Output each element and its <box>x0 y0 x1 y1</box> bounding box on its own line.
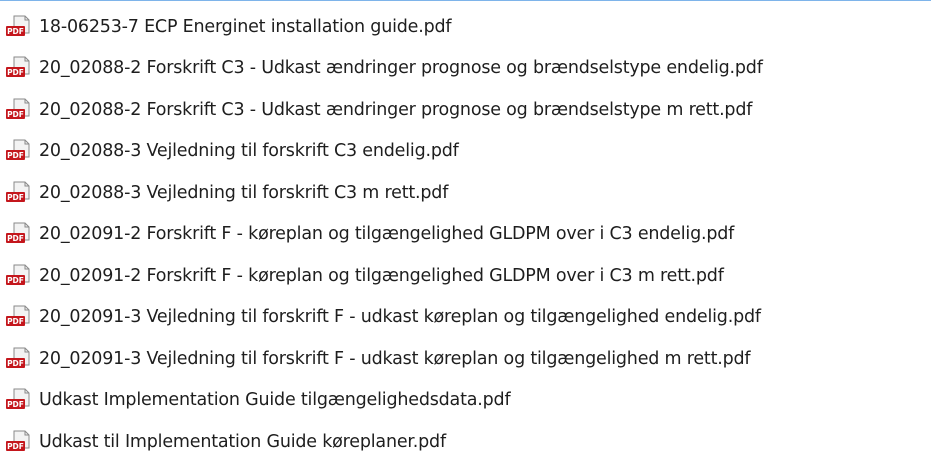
file-list-item[interactable]: PDF Udkast til Implementation Guide køre… <box>0 421 931 459</box>
file-name-label: 20_02088-3 Vejledning til forskrift C3 e… <box>39 141 459 162</box>
svg-text:PDF: PDF <box>7 27 24 36</box>
file-name-label: 20_02091-3 Vejledning til forskrift F - … <box>39 348 751 369</box>
file-name-label: 18-06253-7 ECP Energinet installation gu… <box>39 16 452 37</box>
file-list-item[interactable]: PDF Udkast Implementation Guide tilgænge… <box>0 380 931 422</box>
pdf-file-icon: PDF <box>5 222 31 246</box>
file-list-item[interactable]: PDF 20_02091-3 Vejledning til forskrift … <box>0 338 931 380</box>
svg-text:PDF: PDF <box>7 193 24 202</box>
file-list-item[interactable]: PDF 18-06253-7 ECP Energinet installatio… <box>0 6 931 48</box>
file-name-label: 20_02088-3 Vejledning til forskrift C3 m… <box>39 182 449 203</box>
pdf-file-icon: PDF <box>5 430 31 454</box>
file-name-label: 20_02091-2 Forskrift F - køreplan og til… <box>39 224 735 245</box>
svg-text:PDF: PDF <box>7 234 24 243</box>
svg-text:PDF: PDF <box>7 151 24 160</box>
file-list-item[interactable]: PDF 20_02088-2 Forskrift C3 - Udkast ænd… <box>0 48 931 90</box>
svg-text:PDF: PDF <box>7 359 24 368</box>
file-list-item[interactable]: PDF 20_02091-2 Forskrift F - køreplan og… <box>0 255 931 297</box>
file-list-item[interactable]: PDF 20_02088-2 Forskrift C3 - Udkast ænd… <box>0 89 931 131</box>
svg-text:PDF: PDF <box>7 317 24 326</box>
file-list-item[interactable]: PDF 20_02091-3 Vejledning til forskrift … <box>0 297 931 339</box>
file-list-item[interactable]: PDF 20_02091-2 Forskrift F - køreplan og… <box>0 214 931 256</box>
file-list-item[interactable]: PDF 20_02088-3 Vejledning til forskrift … <box>0 172 931 214</box>
file-name-label: 20_02088-2 Forskrift C3 - Udkast ændring… <box>39 99 753 120</box>
pdf-file-icon: PDF <box>5 347 31 371</box>
file-name-label: Udkast Implementation Guide tilgængeligh… <box>39 390 511 411</box>
pdf-file-icon: PDF <box>5 139 31 163</box>
pdf-file-icon: PDF <box>5 264 31 288</box>
svg-text:PDF: PDF <box>7 400 24 409</box>
svg-text:PDF: PDF <box>7 276 24 285</box>
file-name-label: 20_02091-3 Vejledning til forskrift F - … <box>39 307 761 328</box>
pdf-file-icon: PDF <box>5 388 31 412</box>
pdf-file-icon: PDF <box>5 15 31 39</box>
svg-text:PDF: PDF <box>7 110 24 119</box>
pdf-file-icon: PDF <box>5 181 31 205</box>
file-name-label: 20_02088-2 Forskrift C3 - Udkast ændring… <box>39 58 763 79</box>
pdf-file-icon: PDF <box>5 305 31 329</box>
file-list-item[interactable]: PDF 20_02088-3 Vejledning til forskrift … <box>0 131 931 173</box>
pdf-file-icon: PDF <box>5 98 31 122</box>
svg-text:PDF: PDF <box>7 442 24 451</box>
file-list: PDF 18-06253-7 ECP Energinet installatio… <box>0 6 931 459</box>
file-name-label: 20_02091-2 Forskrift F - køreplan og til… <box>39 265 724 286</box>
pdf-file-icon: PDF <box>5 56 31 80</box>
file-name-label: Udkast til Implementation Guide køreplan… <box>39 431 446 452</box>
file-explorer-list-view: PDF 18-06253-7 ECP Energinet installatio… <box>0 0 931 459</box>
svg-text:PDF: PDF <box>7 68 24 77</box>
